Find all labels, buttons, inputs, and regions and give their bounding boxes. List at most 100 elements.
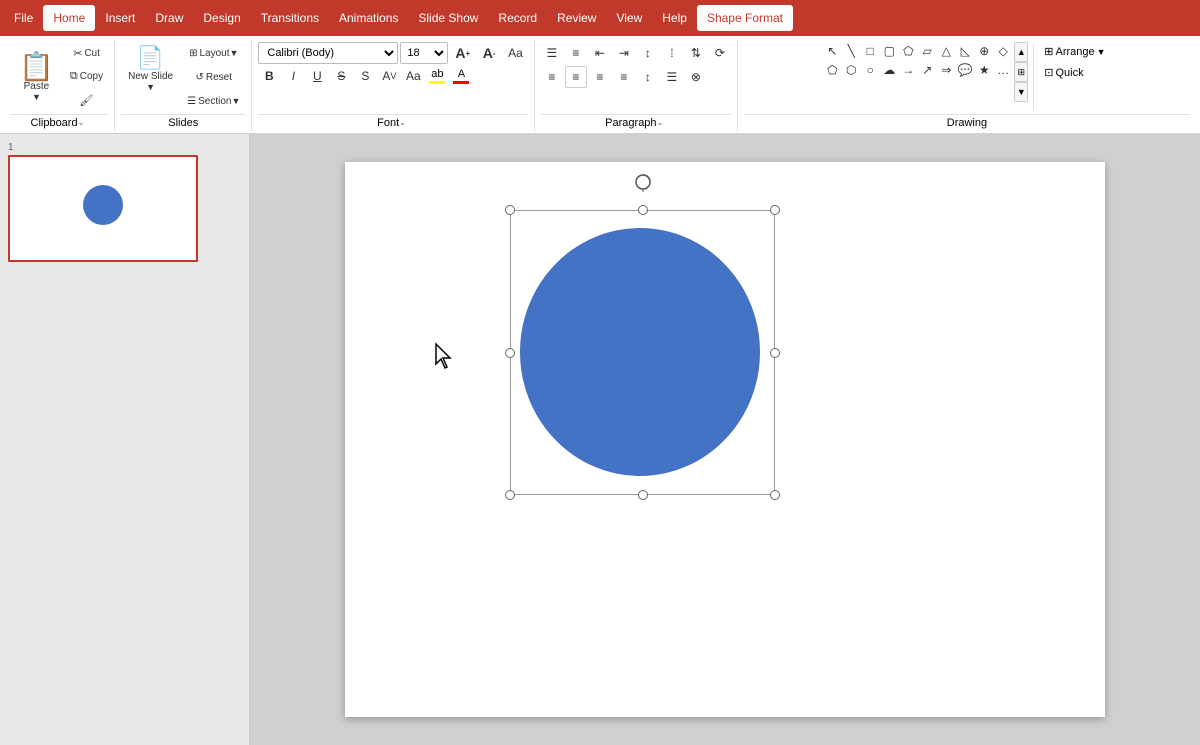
menu-record[interactable]: Record bbox=[488, 5, 547, 31]
circle-shape[interactable] bbox=[520, 228, 760, 476]
align-center-button[interactable]: ≡ bbox=[565, 66, 587, 88]
shape-more-btn[interactable]: … bbox=[994, 61, 1012, 79]
italic-button[interactable]: I bbox=[282, 65, 304, 87]
numbering-button[interactable]: ≡ bbox=[565, 42, 587, 64]
columns-button[interactable]: ⁞ bbox=[661, 42, 683, 64]
shape-hex-btn[interactable]: ⬡ bbox=[842, 61, 860, 79]
shapes-scroll-mid[interactable]: ⊞ bbox=[1014, 62, 1028, 82]
clear-format-button[interactable]: Aa bbox=[503, 42, 528, 64]
menu-help[interactable]: Help bbox=[652, 5, 697, 31]
shapes-area: ↖ ╲ □ ▢ ⬠ ▱ △ ◺ ⊕ ◇ ⬠ ⬡ ○ ☁ bbox=[823, 42, 1028, 102]
shape-parallelogram-btn[interactable]: ▱ bbox=[918, 42, 936, 60]
menu-transitions[interactable]: Transitions bbox=[251, 5, 329, 31]
font-expand-icon[interactable]: ⌄ bbox=[399, 118, 409, 128]
slides-label-row: Slides bbox=[121, 114, 245, 129]
convert-smartart-button[interactable]: ⟳ bbox=[709, 42, 731, 64]
align-right-button[interactable]: ≡ bbox=[589, 66, 611, 88]
slides-panel[interactable]: 1 bbox=[0, 134, 250, 745]
menu-design[interactable]: Design bbox=[193, 5, 250, 31]
shape-pentagon-btn[interactable]: ⬠ bbox=[823, 61, 841, 79]
menu-draw[interactable]: Draw bbox=[145, 5, 193, 31]
shape-circle-btn[interactable]: ○ bbox=[861, 61, 879, 79]
menu-home[interactable]: Home bbox=[43, 5, 95, 31]
font-color-button[interactable]: A bbox=[450, 65, 472, 87]
menu-shape-format[interactable]: Shape Format bbox=[697, 5, 793, 31]
shape-diamond-btn[interactable]: ◇ bbox=[994, 42, 1012, 60]
main-area: 1 bbox=[0, 134, 1200, 745]
layout-button[interactable]: ⊞ Layout ▼ bbox=[182, 42, 245, 64]
change-case-button[interactable]: Aa bbox=[402, 65, 424, 87]
arrange-icon: ⊞ bbox=[1044, 45, 1053, 58]
shape-rect-btn[interactable]: □ bbox=[861, 42, 879, 60]
shape-roundrect-btn[interactable]: ▢ bbox=[880, 42, 898, 60]
menu-review[interactable]: Review bbox=[547, 5, 606, 31]
menu-view[interactable]: View bbox=[606, 5, 652, 31]
cut-button[interactable]: ✂ Cut bbox=[65, 43, 108, 65]
shape-curved-btn[interactable]: ↗ bbox=[918, 61, 936, 79]
shapes-scroll-down[interactable]: ▼ bbox=[1014, 82, 1028, 102]
text-direction-button[interactable]: ⇅ bbox=[685, 42, 707, 64]
new-slide-button[interactable]: 📄 New Slide ▼ bbox=[121, 42, 180, 97]
handle-bottom-mid[interactable] bbox=[638, 490, 648, 500]
canvas-area[interactable] bbox=[250, 134, 1200, 745]
handle-bottom-left[interactable] bbox=[505, 490, 515, 500]
menu-bar: File Home Insert Draw Design Transitions… bbox=[0, 0, 1200, 36]
increase-indent-button[interactable]: ⇥ bbox=[613, 42, 635, 64]
shape-callout-btn[interactable]: 💬 bbox=[956, 61, 974, 79]
paste-dropdown: ▼ bbox=[32, 92, 41, 102]
section-button[interactable]: ☰ Section ▼ bbox=[182, 90, 245, 112]
font-decrease-button[interactable]: A- bbox=[477, 42, 501, 64]
text-highlight-button[interactable]: ab bbox=[426, 65, 448, 87]
strikethrough-button[interactable]: S bbox=[330, 65, 352, 87]
paragraph-expand-icon[interactable]: ⌄ bbox=[657, 118, 667, 128]
vertical-align-button[interactable]: ☰ bbox=[661, 66, 683, 88]
shape-star-btn[interactable]: ★ bbox=[975, 61, 993, 79]
font-size-select[interactable]: 18 bbox=[400, 42, 448, 64]
font-increase-button[interactable]: A+ bbox=[450, 42, 475, 64]
menu-slideshow[interactable]: Slide Show bbox=[408, 5, 488, 31]
char-spacing-button[interactable]: AV bbox=[378, 65, 400, 87]
drawing-group: ↖ ╲ □ ▢ ⬠ ▱ △ ◺ ⊕ ◇ ⬠ ⬡ ○ ☁ bbox=[738, 40, 1196, 131]
shape-snip-btn[interactable]: ⬠ bbox=[899, 42, 917, 60]
handle-top-right[interactable] bbox=[770, 205, 780, 215]
handle-mid-left[interactable] bbox=[505, 348, 515, 358]
menu-animations[interactable]: Animations bbox=[329, 5, 408, 31]
menu-file[interactable]: File bbox=[4, 5, 43, 31]
section-dropdown-icon: ▼ bbox=[231, 96, 240, 106]
rotate-handle[interactable] bbox=[633, 172, 653, 197]
shape-rtriangle-btn[interactable]: ◺ bbox=[956, 42, 974, 60]
bullets-button[interactable]: ☰ bbox=[541, 42, 563, 64]
copy-button[interactable]: ⧉ Copy bbox=[65, 66, 108, 88]
justify-button[interactable]: ≡ bbox=[613, 66, 635, 88]
text-direction2-button[interactable]: ↕ bbox=[637, 66, 659, 88]
menu-insert[interactable]: Insert bbox=[95, 5, 145, 31]
handle-top-mid[interactable] bbox=[638, 205, 648, 215]
shape-container[interactable] bbox=[510, 210, 775, 495]
handle-bottom-right[interactable] bbox=[770, 490, 780, 500]
slide-thumbnail-1[interactable]: 1 bbox=[8, 142, 241, 262]
reset-button[interactable]: ↺ Reset bbox=[182, 66, 245, 88]
shape-cloud-btn[interactable]: ☁ bbox=[880, 61, 898, 79]
bold-button[interactable]: B bbox=[258, 65, 280, 87]
shape-select-btn[interactable]: ↖ bbox=[823, 42, 841, 60]
shape-plus-btn[interactable]: ⊕ bbox=[975, 42, 993, 60]
shape-triangle-btn[interactable]: △ bbox=[937, 42, 955, 60]
handle-top-left[interactable] bbox=[505, 205, 515, 215]
paste-button[interactable]: 📋 Paste ▼ bbox=[10, 42, 63, 112]
handle-mid-right[interactable] bbox=[770, 348, 780, 358]
clipboard-expand-icon[interactable]: ⌄ bbox=[78, 118, 88, 128]
shapes-scroll-up[interactable]: ▲ bbox=[1014, 42, 1028, 62]
align-left-button[interactable]: ≡ bbox=[541, 66, 563, 88]
underline-button[interactable]: U bbox=[306, 65, 328, 87]
shadow-button[interactable]: S bbox=[354, 65, 376, 87]
arrange-button[interactable]: ⊞ Arrange ▼ bbox=[1039, 42, 1110, 61]
decrease-indent-button[interactable]: ⇤ bbox=[589, 42, 611, 64]
font-name-select[interactable]: Calibri (Body) bbox=[258, 42, 398, 64]
shape-arrow-btn[interactable]: → bbox=[899, 61, 917, 79]
shape-line-btn[interactable]: ╲ bbox=[842, 42, 860, 60]
shape-block-arrow-btn[interactable]: ⇒ bbox=[937, 61, 955, 79]
line-spacing-button[interactable]: ↕ bbox=[637, 42, 659, 64]
quick-styles-button[interactable]: ⊡ Quick bbox=[1039, 63, 1110, 82]
format-painter-button[interactable]: 🖌 bbox=[65, 89, 108, 111]
smartart-button[interactable]: ⊗ bbox=[685, 66, 707, 88]
